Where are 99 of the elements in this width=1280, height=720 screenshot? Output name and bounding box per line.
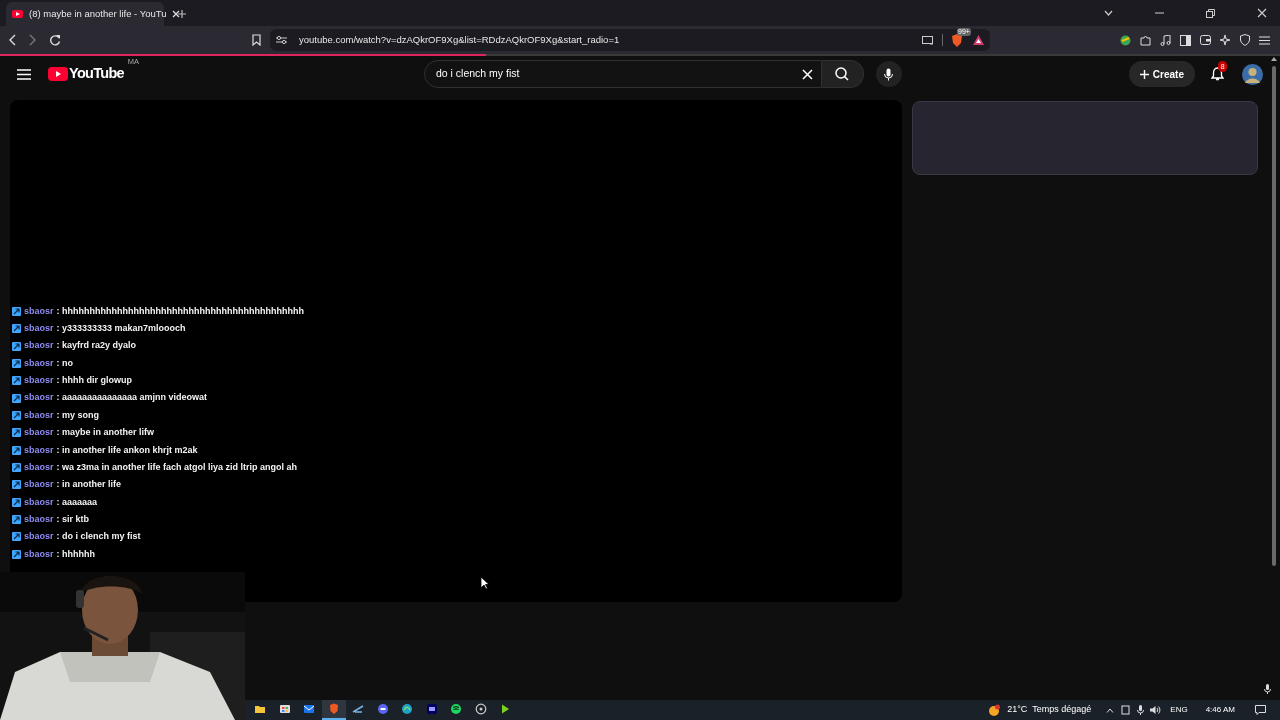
search-button[interactable]: [822, 60, 864, 88]
triangle-icon[interactable]: [973, 35, 984, 45]
chat-username: sbaosr: [24, 339, 54, 353]
tab-title: (8) maybe in another life - YouTu: [29, 6, 167, 21]
chat-message: : hhhhhh: [56, 547, 95, 561]
back-icon[interactable]: [8, 34, 16, 46]
chat-username: sbaosr: [24, 304, 54, 318]
chat-message: : no: [56, 356, 73, 370]
arrow-square-icon: [12, 480, 21, 490]
search-icon: [835, 67, 850, 81]
soundwave-icon: [450, 703, 463, 715]
device-icon[interactable]: [1121, 705, 1131, 715]
forward-icon[interactable]: [29, 34, 37, 46]
lion-shield-icon: [327, 703, 340, 715]
chat-username: sbaosr: [24, 512, 54, 526]
close-icon[interactable]: [172, 10, 181, 18]
chat-message: : wa z3ma in another life fach atgol liya zid ltrip angol ah: [56, 460, 298, 474]
chat-message: : sir ktb: [56, 512, 90, 526]
arrow-square-icon: [12, 376, 21, 386]
lion-shield-icon[interactable]: [951, 33, 963, 47]
url-text: youtube.com/watch?v=dzAQkrOF9Xg&list=RDdzAQkrOF9Xg&start_radio=1: [299, 32, 621, 47]
bell-icon[interactable]: [1211, 67, 1224, 81]
chat-message: : do i clench my fist: [56, 530, 141, 544]
arrow-square-icon: [12, 549, 21, 559]
grid-icon: [278, 703, 291, 715]
plus-icon[interactable]: [177, 9, 187, 19]
shield-icon[interactable]: [1240, 34, 1250, 46]
arrow-square-icon: [12, 497, 21, 507]
search-text: do i clench my fist: [436, 66, 521, 82]
chat-message: : in another life: [56, 478, 122, 492]
create-button[interactable]: Create: [1128, 61, 1195, 87]
arrow-square-icon: [12, 428, 21, 438]
chat-message: : my song: [56, 408, 100, 422]
chat-username: sbaosr: [24, 391, 54, 405]
ring-icon: [474, 703, 487, 715]
wave-icon: [401, 703, 414, 715]
clock[interactable]: 4:46 AM: [1205, 704, 1235, 716]
chat-message: : maybe in another lifw: [56, 426, 155, 440]
plus-icon: [1139, 69, 1149, 79]
weather-temperature: 21°C: [1007, 703, 1028, 717]
arrow-square-icon: [12, 445, 21, 455]
search-field[interactable]: do i clench my fist: [424, 60, 822, 88]
chat-username: sbaosr: [24, 322, 54, 336]
chat-message: : aaaaaaa: [56, 495, 98, 509]
square-icon: [425, 703, 438, 715]
restore-icon[interactable]: [1206, 8, 1215, 18]
sliders-icon: [276, 35, 287, 45]
arrow-square-icon: [12, 307, 21, 316]
microphone-icon: [1264, 684, 1271, 694]
reload-icon[interactable]: [49, 34, 61, 46]
chat-message: : aaaaaaaaaaaaaaa amjnn videowat: [56, 391, 208, 405]
menu-icon[interactable]: [1259, 35, 1270, 45]
arrow-square-icon: [12, 324, 21, 334]
chat-username: sbaosr: [24, 443, 54, 457]
bookmark-icon[interactable]: [252, 34, 261, 46]
chat-username: sbaosr: [24, 547, 54, 561]
chat-username: sbaosr: [24, 478, 54, 492]
arrow-square-icon: [12, 463, 21, 473]
youtube-logo[interactable]: YouTube: [69, 63, 124, 85]
sun-icon: [987, 703, 1002, 717]
envelope-icon: [303, 703, 316, 715]
chat-message: : y333333333 makan7mloooch: [56, 322, 186, 336]
arrow-square-icon: [12, 532, 21, 542]
speaker-icon[interactable]: [1150, 705, 1162, 715]
chat-username: sbaosr: [24, 426, 54, 440]
weather-text: Temps dégagé: [1032, 703, 1092, 717]
arrow-square-icon: [12, 515, 21, 525]
arrow-square-icon: [12, 341, 21, 351]
play-logo-icon: [12, 10, 23, 18]
clear-icon[interactable]: [802, 68, 813, 80]
chat-username: sbaosr: [24, 495, 54, 509]
chat-username: sbaosr: [24, 356, 54, 370]
chat-message: : hhhhhhhhhhhhhhhhhhhhhhhhhhhhhhhhhhhhhhhhhhhh: [56, 304, 304, 318]
chat-message: : kayfrd ra2y dyalo: [56, 339, 137, 353]
microphone-icon[interactable]: [1137, 705, 1145, 715]
arrow-square-icon: [12, 393, 21, 403]
voice-search-button[interactable]: [876, 61, 902, 87]
chat-bubble-icon[interactable]: [1255, 705, 1266, 715]
chat-message: : in another life ankon khrjt m2ak: [56, 443, 198, 457]
sidebar-icon[interactable]: [1180, 34, 1191, 46]
chevron-down-icon[interactable]: [1104, 10, 1113, 16]
language-indicator[interactable]: ENG: [1170, 704, 1188, 716]
cast-icon[interactable]: [922, 35, 934, 45]
folder-icon: [254, 703, 267, 715]
microphone-icon: [884, 67, 894, 81]
taskbar-app[interactable]: [321, 700, 346, 720]
close-icon[interactable]: [1257, 8, 1267, 18]
arrow-square-icon: [12, 359, 21, 369]
chevron-up-icon[interactable]: [1106, 707, 1115, 713]
avatar-icon[interactable]: [1242, 63, 1263, 85]
play-logo-icon: [48, 67, 68, 81]
chat-message: : hhhh dir glowup: [56, 374, 132, 388]
chat-username: sbaosr: [24, 460, 54, 474]
pointer-icon: [480, 576, 489, 590]
chat-username: sbaosr: [24, 530, 54, 544]
arrow-square-icon: [12, 411, 21, 421]
chat-username: sbaosr: [24, 408, 54, 422]
chat-username: sbaosr: [24, 374, 54, 388]
music-note-icon[interactable]: [1160, 34, 1171, 46]
